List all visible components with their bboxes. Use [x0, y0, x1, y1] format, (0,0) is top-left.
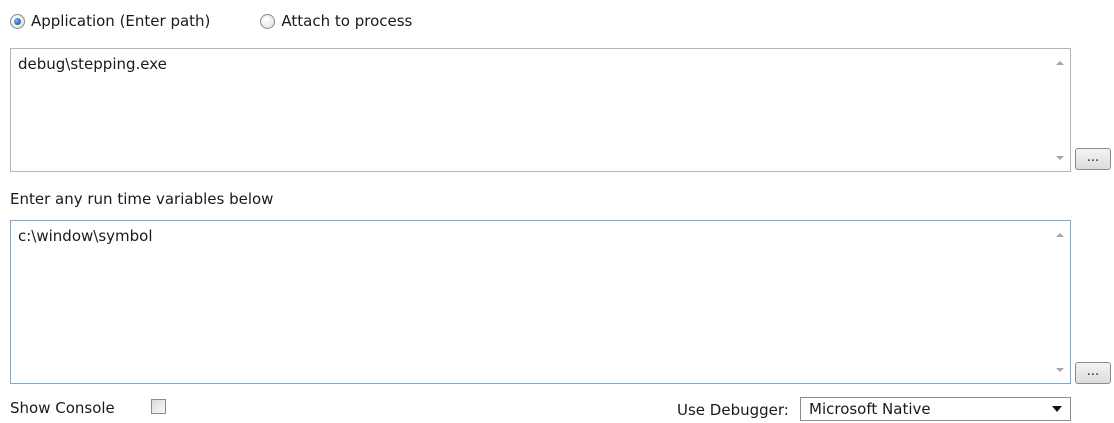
show-console-label: Show Console [10, 399, 115, 417]
app-path-scrollbar[interactable] [1050, 49, 1070, 171]
radio-attach-process[interactable]: Attach to process [260, 12, 412, 30]
use-debugger-label: Use Debugger: [677, 401, 789, 419]
debugger-select[interactable]: Microsoft Native [800, 397, 1071, 421]
app-path-textarea[interactable]: debug\stepping.exe [10, 48, 1071, 172]
run-vars-textarea[interactable]: c:\window\symbol [10, 220, 1071, 384]
radio-application-indicator[interactable] [10, 13, 25, 29]
scroll-up-arrow-icon[interactable] [1056, 233, 1064, 237]
run-vars-label: Enter any run time variables below [10, 190, 274, 208]
debugger-select-value[interactable]: Microsoft Native [801, 400, 1052, 418]
radio-attach-process-label[interactable]: Attach to process [281, 12, 412, 30]
run-vars-scrollbar[interactable] [1050, 221, 1070, 383]
chevron-down-icon[interactable] [1052, 406, 1062, 412]
radio-application[interactable]: Application (Enter path) [10, 12, 210, 30]
scroll-up-arrow-icon[interactable] [1056, 61, 1064, 65]
app-path-value[interactable]: debug\stepping.exe [18, 55, 167, 73]
radio-attach-process-indicator[interactable] [260, 13, 276, 29]
scroll-down-arrow-icon[interactable] [1056, 368, 1064, 372]
app-path-browse-button[interactable]: ... [1075, 148, 1111, 170]
show-console-checkbox[interactable] [151, 399, 166, 414]
scroll-down-arrow-icon[interactable] [1056, 156, 1064, 160]
run-vars-value[interactable]: c:\window\symbol [18, 227, 153, 245]
radio-application-label[interactable]: Application (Enter path) [31, 12, 210, 30]
mode-radio-group: Application (Enter path) Attach to proce… [10, 10, 412, 32]
run-vars-browse-button[interactable]: ... [1075, 362, 1111, 384]
